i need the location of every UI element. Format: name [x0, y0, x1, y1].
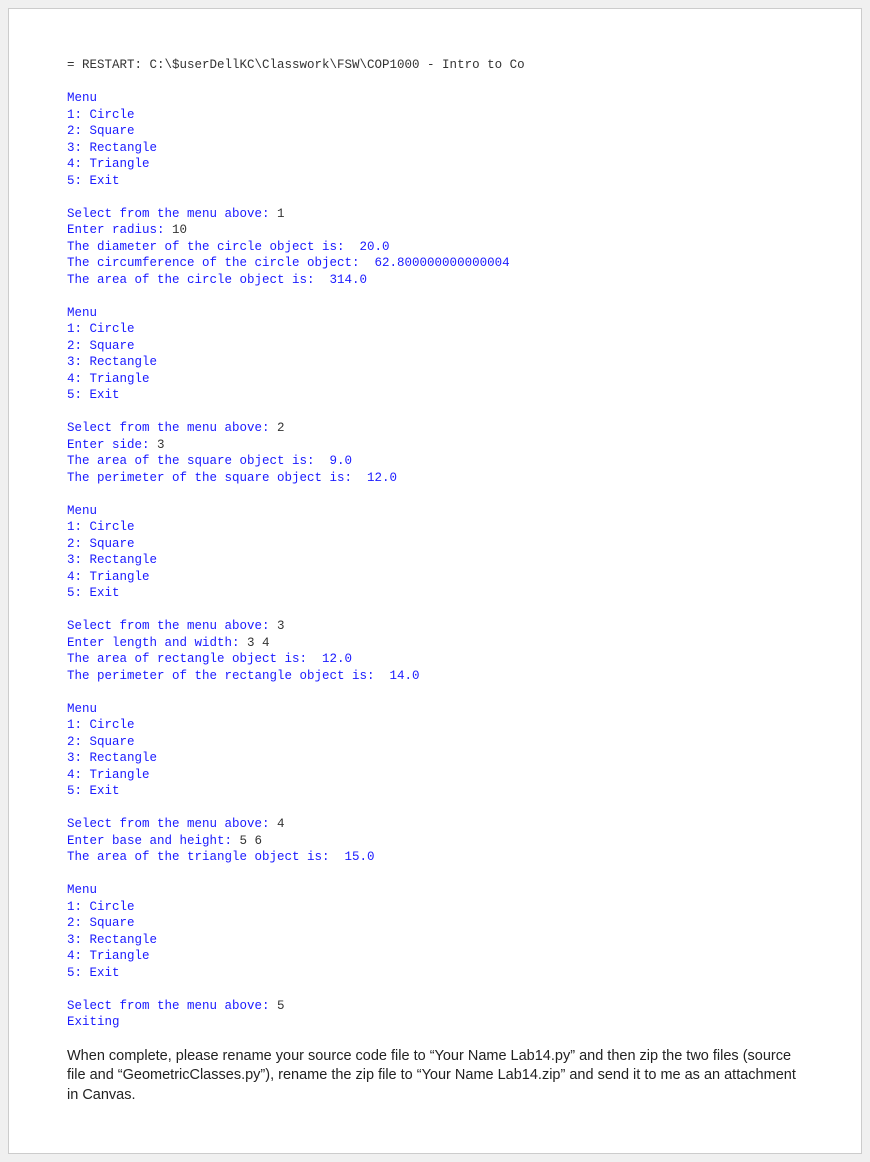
menu-item: 4: Triangle	[67, 949, 150, 963]
menu-item: 5: Exit	[67, 966, 120, 980]
user-input: 2	[277, 421, 285, 435]
output-line: The area of the triangle object is: 15.0	[67, 850, 375, 864]
menu-item: 3: Rectangle	[67, 751, 157, 765]
input-prompt: Enter base and height:	[67, 834, 240, 848]
select-prompt: Select from the menu above:	[67, 619, 277, 633]
user-input: 4	[277, 817, 285, 831]
menu-item: 1: Circle	[67, 108, 135, 122]
menu-item: 2: Square	[67, 124, 135, 138]
input-prompt: Enter side:	[67, 438, 157, 452]
menu-item: 3: Rectangle	[67, 141, 157, 155]
output-line: The area of the square object is: 9.0	[67, 454, 352, 468]
output-line: The area of rectangle object is: 12.0	[67, 652, 352, 666]
user-input: 5	[277, 999, 285, 1013]
menu-item: 1: Circle	[67, 520, 135, 534]
menu-item: 5: Exit	[67, 586, 120, 600]
user-input: 1	[277, 207, 285, 221]
menu-item: 2: Square	[67, 735, 135, 749]
menu-item: 3: Rectangle	[67, 355, 157, 369]
menu-item: 4: Triangle	[67, 768, 150, 782]
output-line: The perimeter of the rectangle object is…	[67, 669, 420, 683]
user-input: 10	[172, 223, 187, 237]
menu-item: 1: Circle	[67, 322, 135, 336]
menu-item: 2: Square	[67, 339, 135, 353]
menu-item: 3: Rectangle	[67, 933, 157, 947]
console-output: = RESTART: C:\$userDellKC\Classwork\FSW\…	[67, 57, 803, 1031]
select-prompt: Select from the menu above:	[67, 999, 277, 1013]
menu-item: 2: Square	[67, 537, 135, 551]
menu-header: Menu	[67, 306, 97, 320]
output-line: The diameter of the circle object is: 20…	[67, 240, 390, 254]
menu-header: Menu	[67, 702, 97, 716]
output-line: The circumference of the circle object: …	[67, 256, 510, 270]
menu-item: 2: Square	[67, 916, 135, 930]
user-input: 5 6	[240, 834, 263, 848]
user-input: 3 4	[247, 636, 270, 650]
output-line: The perimeter of the square object is: 1…	[67, 471, 397, 485]
restart-line: = RESTART: C:\$userDellKC\Classwork\FSW\…	[67, 58, 525, 72]
menu-item: 4: Triangle	[67, 570, 150, 584]
menu-item: 5: Exit	[67, 388, 120, 402]
menu-item: 5: Exit	[67, 784, 120, 798]
document-page: = RESTART: C:\$userDellKC\Classwork\FSW\…	[8, 8, 862, 1154]
menu-item: 1: Circle	[67, 718, 135, 732]
menu-item: 4: Triangle	[67, 157, 150, 171]
user-input: 3	[157, 438, 165, 452]
select-prompt: Select from the menu above:	[67, 207, 277, 221]
menu-header: Menu	[67, 504, 97, 518]
select-prompt: Select from the menu above:	[67, 421, 277, 435]
menu-item: 5: Exit	[67, 174, 120, 188]
output-line: Exiting	[67, 1015, 120, 1029]
select-prompt: Select from the menu above:	[67, 817, 277, 831]
menu-item: 1: Circle	[67, 900, 135, 914]
menu-item: 4: Triangle	[67, 372, 150, 386]
submission-instructions: When complete, please rename your source…	[67, 1047, 803, 1106]
output-line: The area of the circle object is: 314.0	[67, 273, 367, 287]
input-prompt: Enter radius:	[67, 223, 172, 237]
menu-item: 3: Rectangle	[67, 553, 157, 567]
menu-header: Menu	[67, 883, 97, 897]
user-input: 3	[277, 619, 285, 633]
menu-header: Menu	[67, 91, 97, 105]
input-prompt: Enter length and width:	[67, 636, 247, 650]
